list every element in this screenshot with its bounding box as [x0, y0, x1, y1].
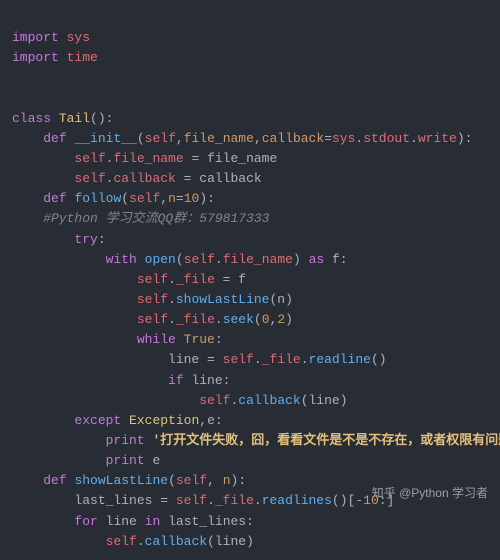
code-line: print e [12, 453, 160, 468]
code-line: self._file.seek(0,2) [12, 312, 293, 327]
code-line: except Exception,e: [12, 413, 223, 428]
code-line: self.callback = callback [12, 171, 262, 186]
code-line: #Python 学习交流QQ群：579817333 [12, 211, 269, 226]
code-line: last_lines = self._file.readlines()[-10:… [12, 493, 394, 508]
code-block: import sys import time class Tail(): def… [0, 0, 500, 560]
code-line: self.callback(line) [12, 534, 254, 549]
code-line: def follow(self,n=10): [12, 191, 215, 206]
code-line: import time [12, 50, 98, 65]
code-line: with open(self.file_name) as f: [12, 252, 348, 267]
code-line: self.file_name = file_name [12, 151, 277, 166]
code-line: for line in last_lines: [12, 514, 254, 529]
code-line: if line: [12, 373, 230, 388]
code-line: while True: [12, 332, 223, 347]
code-line: self.callback(line) [12, 393, 348, 408]
code-line: def showLastLine(self, n): [12, 473, 246, 488]
code-line: self._file = f [12, 272, 246, 287]
code-line: print '打开文件失败，囧，看看文件是不是不存在，或者权限有问题' [12, 433, 500, 448]
code-line: try: [12, 232, 106, 247]
code-line: import sys [12, 30, 90, 45]
code-line: self.showLastLine(n) [12, 292, 293, 307]
watermark: 知乎 @Python 学习者 [372, 484, 488, 503]
code-line: class Tail(): [12, 111, 113, 126]
code-line: def __init__(self,file_name,callback=sys… [12, 131, 472, 146]
code-line: line = self._file.readline() [12, 352, 387, 367]
